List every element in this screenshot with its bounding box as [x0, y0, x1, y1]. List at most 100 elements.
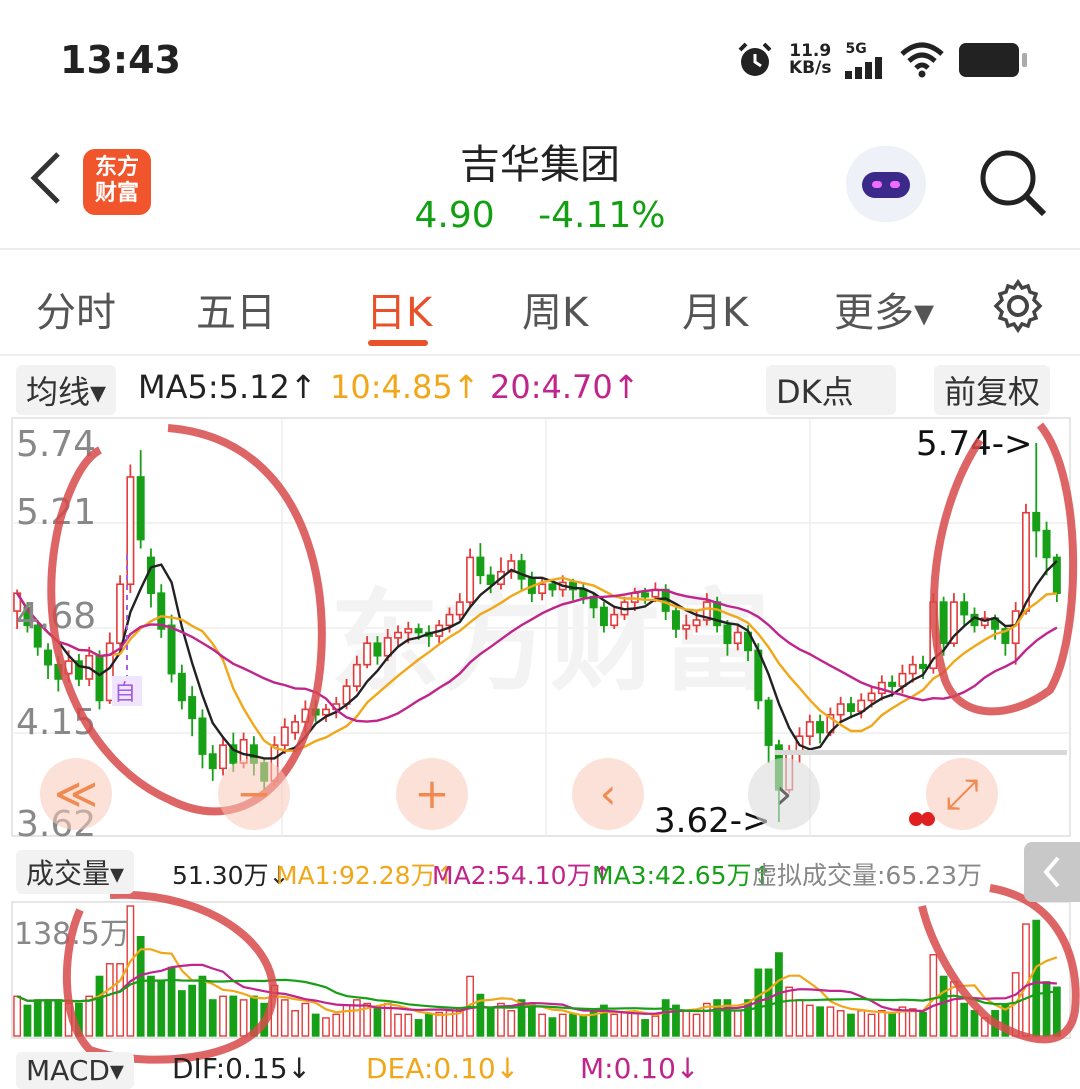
volume-bar	[1032, 919, 1041, 1037]
volume-bar	[795, 999, 804, 1037]
candle-body	[352, 663, 361, 687]
volume-bar	[198, 975, 207, 1037]
prev-button[interactable]: ‹	[572, 758, 644, 830]
volume-bar	[970, 1010, 979, 1037]
rewind-button[interactable]: ≪	[40, 758, 112, 830]
candle-body	[476, 556, 485, 577]
volume-bar	[414, 1019, 423, 1037]
candle-body	[291, 721, 300, 734]
volume-bar	[867, 1013, 876, 1037]
candle-body	[1042, 529, 1051, 559]
volume-bar	[404, 1013, 413, 1037]
volume-bar	[877, 1010, 886, 1037]
signal-dot	[909, 812, 923, 826]
volume-bar	[44, 999, 52, 1037]
candle-body	[126, 476, 135, 586]
volume-bar	[661, 999, 670, 1037]
volume-bar	[620, 1011, 629, 1037]
volume-bar	[105, 963, 114, 1037]
volume-bar	[95, 975, 104, 1037]
candle-body	[548, 583, 557, 591]
candle-body	[44, 649, 53, 666]
candle-body	[383, 637, 392, 657]
volume-bar	[692, 1013, 701, 1037]
candle-body	[167, 624, 176, 675]
volume-bar	[826, 1006, 835, 1037]
candle-body	[198, 717, 207, 755]
volume-bar	[291, 1010, 299, 1037]
candle-body	[188, 696, 197, 720]
zoom-out-button[interactable]: −	[218, 758, 290, 830]
volume-bar	[13, 995, 22, 1037]
candle-body	[723, 624, 732, 645]
volume-bar	[229, 995, 238, 1037]
candle-body	[538, 583, 547, 594]
kline-chart[interactable]: 东方财富 5.74 5.21 4.68 4.15 3.62 5.74-> 3.6…	[0, 0, 1080, 1076]
candle-body	[610, 613, 619, 627]
volume-bar	[373, 1006, 382, 1037]
candle-body	[1032, 511, 1041, 532]
volume-bar	[805, 1004, 814, 1037]
candle-body	[486, 574, 495, 586]
volume-bar	[579, 1015, 588, 1037]
volume-bar	[651, 1015, 660, 1037]
volume-bar	[569, 1013, 577, 1037]
volume-bar	[147, 975, 155, 1037]
volume-bar	[888, 1013, 897, 1037]
volume-bar	[23, 1004, 32, 1037]
candle-body	[373, 642, 382, 657]
collapse-panel-button[interactable]	[1024, 842, 1080, 902]
volume-bar	[188, 984, 197, 1037]
volume-bar	[425, 1013, 433, 1037]
volume-bar	[630, 1011, 639, 1037]
candle-body	[805, 721, 814, 737]
volume-bar	[1052, 986, 1061, 1037]
volume-bar	[394, 1013, 402, 1037]
volume-bar	[301, 1002, 310, 1037]
candle-body	[682, 624, 691, 630]
candle-body	[177, 672, 186, 702]
volume-bar	[527, 1004, 536, 1037]
volume-bar	[785, 986, 794, 1037]
macd-selector[interactable]: MACD▾	[16, 1052, 134, 1089]
volume-bar	[558, 1013, 567, 1037]
zoom-in-button[interactable]: +	[396, 758, 468, 830]
volume-bar	[239, 999, 248, 1037]
fullscreen-button[interactable]: ⤢	[926, 758, 998, 830]
volume-bar	[219, 995, 227, 1037]
volume-bar	[311, 1013, 320, 1037]
next-button[interactable]: ›	[748, 758, 820, 830]
volume-bar	[733, 1010, 742, 1037]
candle-body	[363, 642, 372, 666]
volume-bar	[538, 1013, 547, 1037]
event-marker[interactable]: 自	[114, 681, 136, 706]
candle-body	[208, 753, 217, 770]
volume-bar	[939, 975, 948, 1037]
candle-body	[1021, 511, 1030, 612]
volume-bar	[816, 1006, 824, 1037]
candle-body	[136, 476, 145, 541]
candle-body	[414, 628, 423, 634]
virtual-volume: 虚拟成交量:65.23万	[752, 861, 982, 890]
volume-bar	[950, 981, 958, 1037]
price-scroll-line	[775, 750, 1067, 755]
volume-bar	[960, 1002, 969, 1037]
volume-ma1: MA1:92.28万↑	[276, 861, 457, 890]
volume-bar	[33, 999, 42, 1037]
candle-body	[939, 601, 948, 645]
candle-body	[836, 703, 845, 716]
volume-bar	[85, 995, 94, 1037]
watermark: 东方财富	[330, 578, 770, 706]
volume-selector[interactable]: 成交量▾	[16, 850, 135, 894]
candle-body	[280, 726, 289, 746]
volume-bar	[322, 1017, 330, 1037]
candle-body	[867, 692, 876, 702]
candle-body	[764, 699, 773, 746]
candle-body	[692, 619, 701, 627]
volume-bar	[157, 981, 166, 1037]
volume-bar	[167, 966, 176, 1037]
volume-bar	[280, 999, 289, 1037]
volume-bar	[929, 954, 938, 1037]
volume-bar	[908, 1008, 917, 1037]
candle-body	[466, 556, 475, 603]
